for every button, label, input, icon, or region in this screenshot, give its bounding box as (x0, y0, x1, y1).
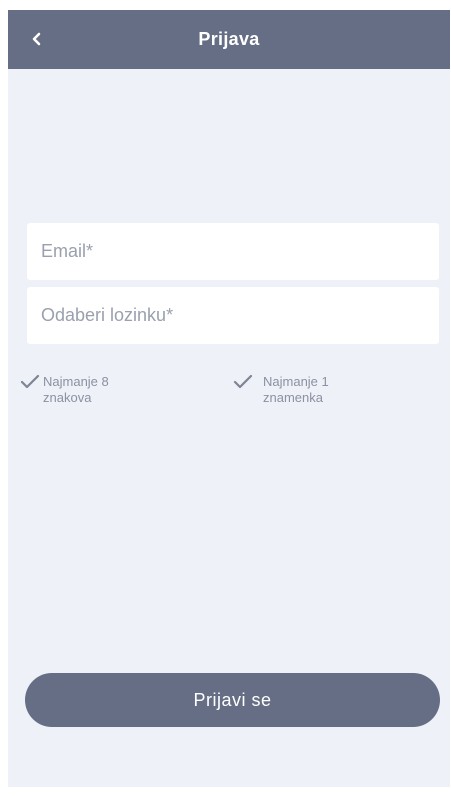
login-button[interactable]: Prijavi se (25, 673, 440, 727)
password-rule-min-digit: Najmanje 1 znamenka (233, 374, 373, 406)
back-button[interactable] (22, 24, 52, 54)
password-rule-min-length: Najmanje 8 znakova (20, 374, 153, 406)
rule-label: Najmanje 8 znakova (43, 374, 109, 405)
rule-label: Najmanje 1 znamenka (263, 374, 329, 405)
page-title: Prijava (198, 29, 260, 49)
checkmark-icon (20, 374, 40, 389)
chevron-left-icon (32, 32, 41, 46)
login-screen: Prijava Najmanje 8 znakova Najmanje 1 zn… (8, 10, 450, 787)
checkmark-icon (233, 374, 253, 389)
top-bar: Prijava (8, 10, 450, 69)
email-field[interactable] (27, 223, 439, 280)
password-field[interactable] (27, 287, 439, 344)
